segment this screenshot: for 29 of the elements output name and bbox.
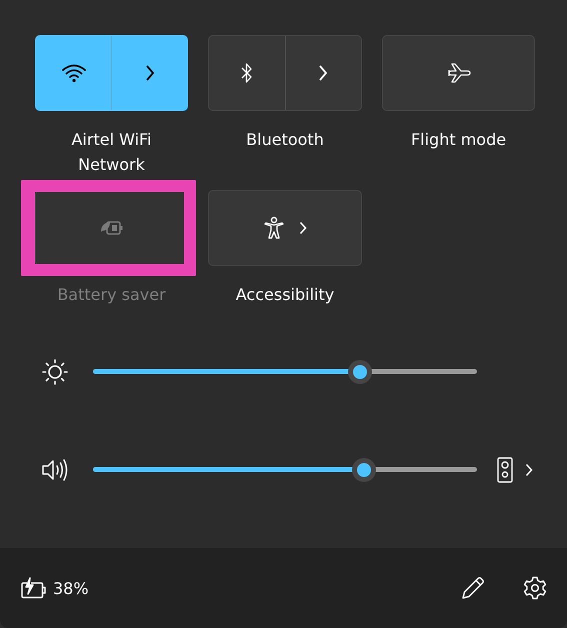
settings-icon bbox=[523, 576, 547, 600]
battery-percentage: 38% bbox=[53, 578, 89, 598]
tile-label: Airtel WiFi Network bbox=[70, 129, 152, 176]
slider-thumb[interactable] bbox=[352, 458, 376, 482]
chevron-icon bbox=[318, 64, 328, 82]
speaker-box-icon bbox=[497, 456, 513, 482]
tile-label: Bluetooth bbox=[245, 129, 325, 151]
edit-button[interactable] bbox=[461, 576, 485, 600]
speaker-icon bbox=[40, 456, 70, 482]
brightness-icon bbox=[40, 356, 70, 386]
battery-leaf-icon bbox=[98, 219, 124, 237]
chevron-icon bbox=[525, 462, 533, 476]
charging-battery-icon bbox=[21, 577, 47, 599]
bluetooth-icon bbox=[240, 62, 253, 84]
volume-slider[interactable] bbox=[93, 457, 477, 482]
tile-label: Flight mode bbox=[410, 129, 508, 151]
airplane-icon bbox=[446, 62, 472, 84]
chevron-icon bbox=[144, 64, 154, 82]
chevron-icon bbox=[299, 221, 307, 235]
flight-mode-toggle[interactable] bbox=[382, 35, 535, 111]
settings-button[interactable] bbox=[523, 576, 547, 600]
person-icon bbox=[263, 216, 285, 240]
slider-thumb[interactable] bbox=[348, 360, 372, 384]
tile-label: Accessibility bbox=[234, 284, 336, 306]
brightness-slider[interactable] bbox=[93, 359, 477, 384]
wifi-icon bbox=[60, 63, 86, 83]
output-device-button[interactable] bbox=[497, 456, 533, 482]
tile-label: Battery saver bbox=[56, 284, 167, 306]
pencil-icon bbox=[461, 576, 485, 600]
